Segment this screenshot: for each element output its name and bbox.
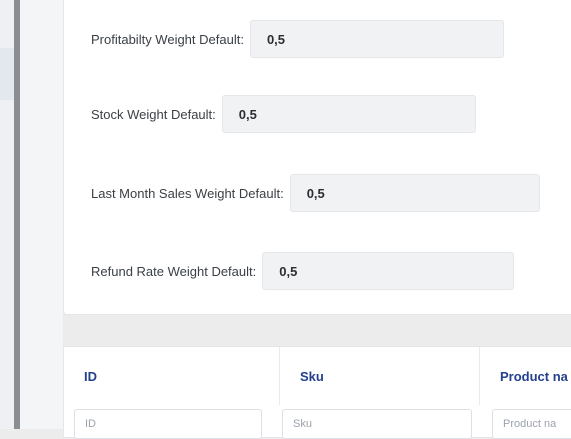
last-month-sales-weight-row: Last Month Sales Weight Default: 0,5 bbox=[91, 174, 540, 212]
products-table: ID Sku Product na ID Sku Product na bbox=[63, 346, 571, 439]
profitability-weight-row: Profitabilty Weight Default: 0,5 bbox=[91, 20, 504, 58]
last-month-sales-weight-input[interactable]: 0,5 bbox=[289, 174, 540, 212]
column-header-product-name[interactable]: Product na bbox=[480, 347, 571, 405]
profitability-weight-input[interactable]: 0,5 bbox=[249, 20, 504, 58]
sidebar-rail bbox=[0, 0, 14, 429]
column-header-sku[interactable]: Sku bbox=[280, 347, 480, 405]
stock-weight-input[interactable]: 0,5 bbox=[221, 95, 476, 133]
sku-filter-input[interactable]: Sku bbox=[282, 409, 472, 439]
refund-rate-weight-label: Refund Rate Weight Default: bbox=[91, 263, 257, 279]
sidebar-active-item[interactable] bbox=[0, 48, 14, 100]
last-month-sales-weight-label: Last Month Sales Weight Default: bbox=[91, 185, 284, 201]
profitability-weight-label: Profitabilty Weight Default: bbox=[91, 31, 244, 47]
page-gutter bbox=[20, 0, 63, 429]
product-name-filter-input[interactable]: Product na bbox=[492, 409, 571, 439]
refund-rate-weight-row: Refund Rate Weight Default: 0,5 bbox=[91, 252, 515, 290]
id-filter-input[interactable]: ID bbox=[74, 409, 262, 439]
refund-rate-weight-input[interactable]: 0,5 bbox=[262, 252, 515, 290]
column-header-id[interactable]: ID bbox=[64, 347, 280, 405]
weight-defaults-card: Profitabilty Weight Default: 0,5 Stock W… bbox=[63, 0, 571, 315]
stock-weight-label: Stock Weight Default: bbox=[91, 106, 216, 122]
stock-weight-row: Stock Weight Default: 0,5 bbox=[91, 95, 476, 133]
